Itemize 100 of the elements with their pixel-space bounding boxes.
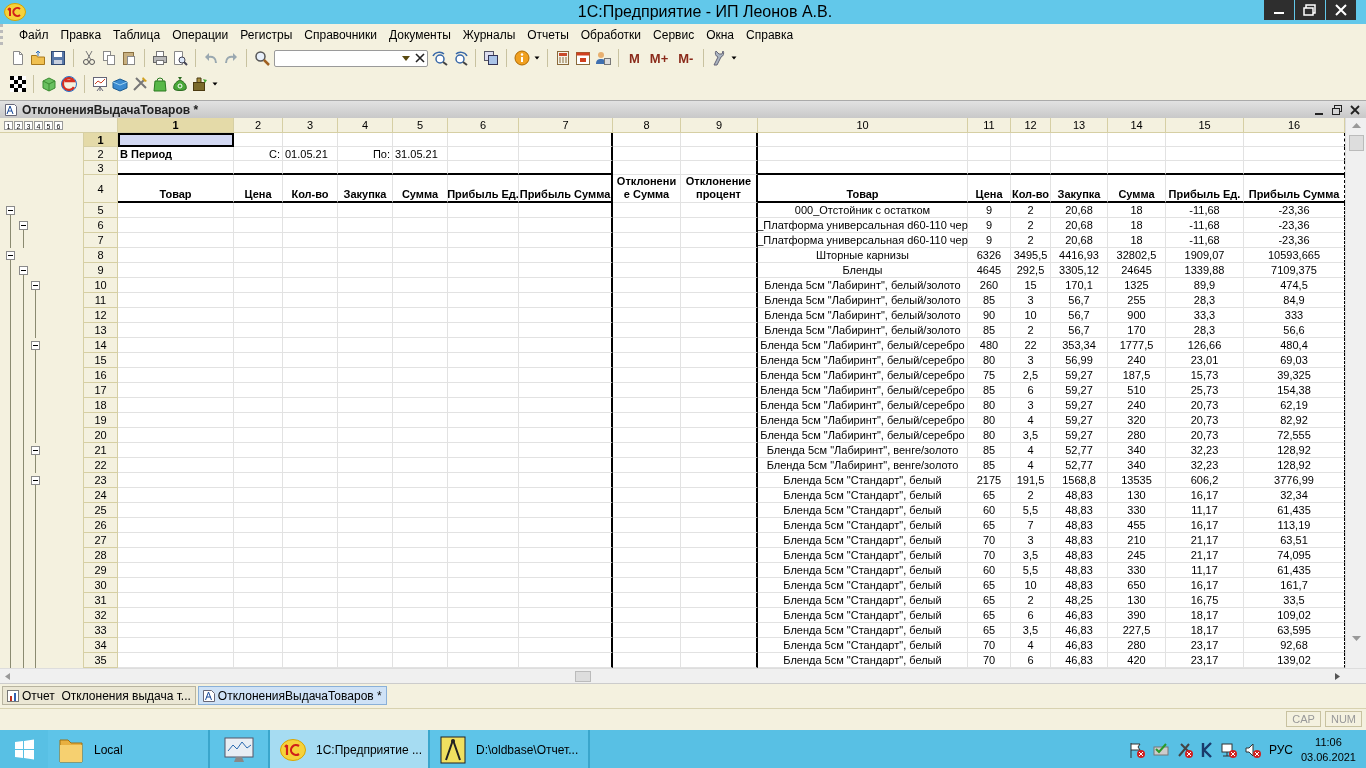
- find-next-icon[interactable]: [432, 50, 448, 66]
- close-button[interactable]: [1326, 0, 1356, 20]
- search-icon[interactable]: [254, 50, 270, 66]
- empty-cell: [393, 623, 448, 638]
- presentation-board-icon[interactable]: [92, 76, 108, 92]
- collapse-toggle[interactable]: [31, 476, 40, 485]
- table-cell: Бленда 5см "Лабиринт", белый/серебро: [758, 368, 968, 383]
- menu-item[interactable]: Справка: [740, 27, 800, 42]
- taskbar-button[interactable]: D:\oldbase\Отчет...: [430, 730, 590, 768]
- taskbar-button[interactable]: [210, 730, 270, 768]
- find-previous-icon[interactable]: [452, 50, 468, 66]
- empty-cell: [613, 161, 681, 175]
- language-indicator[interactable]: РУС: [1268, 743, 1293, 757]
- print-preview-icon[interactable]: [172, 50, 188, 66]
- table-cell: 80: [968, 413, 1011, 428]
- row-header: 4: [84, 175, 118, 203]
- empty-cell: [338, 503, 393, 518]
- collapse-toggle[interactable]: [31, 341, 40, 350]
- empty-cell: [393, 608, 448, 623]
- table-cell: 4: [1011, 443, 1051, 458]
- cube-icon[interactable]: [41, 76, 57, 92]
- calculator-icon[interactable]: [555, 50, 571, 66]
- table-cell: Шторные карнизы: [758, 248, 968, 263]
- row-header: 16: [84, 368, 118, 383]
- table-cell: 1777,5: [1108, 338, 1166, 353]
- collapse-toggle[interactable]: [6, 206, 15, 215]
- table-cell: 32,23: [1166, 443, 1244, 458]
- collapse-toggle[interactable]: [18, 266, 28, 275]
- menu-item[interactable]: Журналы: [456, 27, 522, 42]
- taskbar-button[interactable]: Local: [48, 730, 210, 768]
- menu-item[interactable]: Правка: [54, 27, 108, 42]
- table-cell: Бленда 5см "Стандарт", белый: [758, 473, 968, 488]
- restore-button[interactable]: [1295, 0, 1325, 20]
- e-logo-icon[interactable]: [61, 76, 77, 92]
- empty-cell: [338, 608, 393, 623]
- menu-item[interactable]: Таблица: [107, 27, 167, 42]
- paste-icon[interactable]: [121, 50, 137, 66]
- checkered-flag-icon[interactable]: [10, 76, 26, 92]
- speaker-muted-icon[interactable]: [1244, 742, 1261, 758]
- print-icon[interactable]: [152, 50, 168, 66]
- network-icon[interactable]: [1220, 742, 1237, 758]
- menu-item[interactable]: Регистры: [234, 27, 299, 42]
- empty-cell: [1051, 161, 1108, 175]
- collapse-toggle[interactable]: [31, 281, 40, 290]
- table-cell: 01.05.21: [283, 147, 338, 161]
- collapse-toggle[interactable]: [31, 446, 40, 455]
- table-cell: 3: [1011, 533, 1051, 548]
- search-combo-field[interactable]: [274, 49, 428, 67]
- memory-button[interactable]: M: [626, 50, 643, 66]
- taskbar-button[interactable]: 1С:Предприятие ...: [270, 730, 430, 768]
- row-header: 21: [84, 443, 118, 458]
- table-cell: 280: [1108, 638, 1166, 653]
- empty-cell: [393, 518, 448, 533]
- tools-icon[interactable]: [1176, 742, 1193, 758]
- empty-cell: [613, 413, 681, 428]
- menu-item[interactable]: Сервис: [647, 27, 701, 42]
- empty-cell: [234, 398, 283, 413]
- caret-icon[interactable]: [731, 56, 738, 60]
- copy-icon[interactable]: [101, 50, 117, 66]
- shopping-bag-icon[interactable]: [152, 76, 168, 92]
- new-document-icon[interactable]: [10, 50, 26, 66]
- menu-item[interactable]: Файл: [13, 27, 55, 42]
- cut-icon[interactable]: [81, 50, 97, 66]
- minimize-button[interactable]: [1264, 0, 1294, 20]
- restore-button[interactable]: [1330, 102, 1344, 117]
- clear-button[interactable]: [413, 51, 427, 65]
- calendar-icon[interactable]: [575, 50, 591, 66]
- menu-item[interactable]: Операции: [166, 27, 235, 42]
- table-cell: 46,83: [1051, 623, 1108, 638]
- caret-icon[interactable]: [212, 82, 218, 86]
- menu-item[interactable]: Документы: [383, 27, 457, 42]
- window-tab[interactable]: ОтклоненияВыдачаТоваров *: [197, 686, 387, 705]
- save-icon[interactable]: [50, 50, 66, 66]
- caret-icon[interactable]: [534, 56, 540, 60]
- menu-item[interactable]: Обработки: [574, 27, 648, 42]
- row-header: 34: [84, 638, 118, 653]
- empty-cell: [234, 533, 283, 548]
- window-tab[interactable]: Отчет Отклонения выдача т...: [2, 686, 196, 705]
- flag-icon[interactable]: [1128, 742, 1145, 758]
- collapse-toggle[interactable]: [18, 221, 28, 230]
- empty-cell: [613, 353, 681, 368]
- k-letter-icon[interactable]: [1200, 742, 1213, 758]
- menu-item[interactable]: Справочники: [298, 27, 383, 42]
- memory-button[interactable]: M+: [646, 50, 672, 66]
- box-icon[interactable]: [112, 76, 128, 92]
- empty-cell: [283, 473, 338, 488]
- column-header: 5: [393, 118, 448, 133]
- collapse-toggle[interactable]: [6, 251, 15, 260]
- memory-button[interactable]: M-: [675, 50, 697, 66]
- user-icon[interactable]: [595, 50, 611, 66]
- empty-cell: [448, 608, 519, 623]
- check-icon[interactable]: [1152, 742, 1169, 758]
- money-bag-icon[interactable]: [172, 76, 188, 92]
- close-button[interactable]: [1348, 102, 1362, 117]
- table-cell: 80: [968, 398, 1011, 413]
- menu-item[interactable]: Окна: [700, 27, 741, 42]
- empty-cell: [968, 133, 1011, 147]
- windows-icon[interactable]: [483, 50, 499, 66]
- package-icon[interactable]: [192, 76, 208, 92]
- menu-item[interactable]: Отчеты: [521, 27, 575, 42]
